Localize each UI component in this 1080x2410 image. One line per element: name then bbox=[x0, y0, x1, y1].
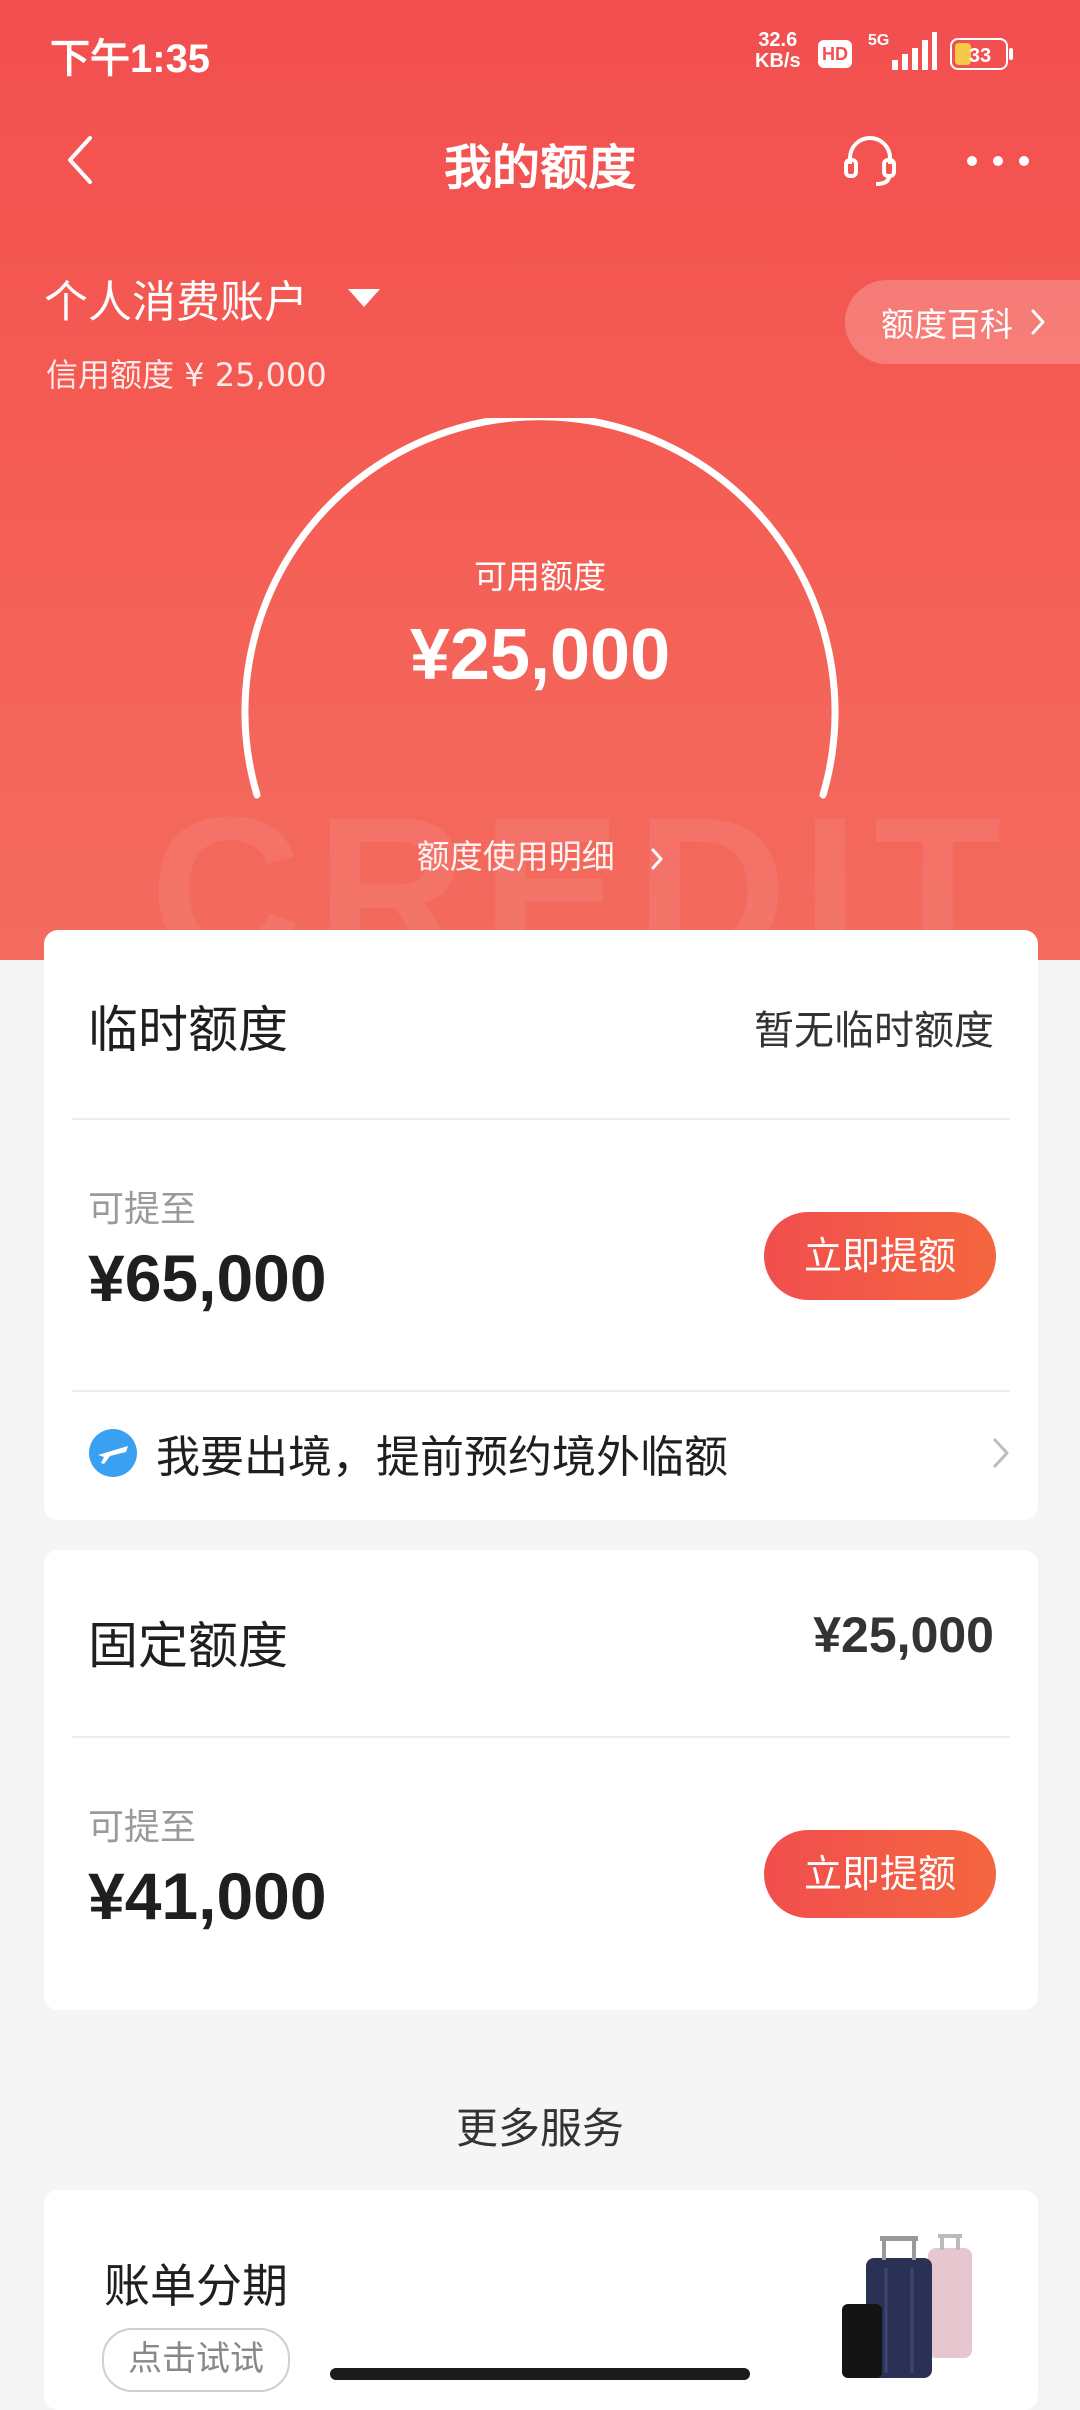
temp-raise-button[interactable]: 立即提额 bbox=[764, 1212, 996, 1300]
battery-level: 33 bbox=[969, 45, 991, 67]
signal-icon: 5G bbox=[868, 32, 937, 70]
battery-icon: 33 bbox=[950, 38, 1013, 70]
page-title: 我的额度 bbox=[443, 140, 636, 196]
fixed-limit-amount: ¥25,000 bbox=[813, 1607, 994, 1663]
fixed-up-to-label: 可提至 bbox=[88, 1807, 197, 1848]
gauge-arc bbox=[241, 418, 839, 799]
credit-wiki-button[interactable]: 额度百科 bbox=[845, 280, 1080, 364]
status-time: 下午1:35 bbox=[50, 37, 211, 81]
available-limit-amount: ¥25,000 bbox=[409, 615, 671, 695]
divider bbox=[72, 1118, 1010, 1120]
more-dots-icon[interactable] bbox=[966, 154, 1030, 168]
account-name: 个人消费账户 bbox=[44, 277, 308, 328]
hd-badge: HD bbox=[818, 40, 852, 68]
overseas-reservation-row[interactable]: 我要出境，提前预约境外临额 bbox=[88, 1408, 1010, 1498]
home-indicator[interactable] bbox=[330, 2368, 750, 2380]
usage-detail-label: 额度使用明细 bbox=[416, 837, 615, 876]
credit-wiki-label: 额度百科 bbox=[881, 305, 1013, 344]
fixed-limit-card: 固定额度 ¥25,000 可提至 ¥41,000 立即提额 bbox=[44, 1550, 1038, 2010]
chevron-right-icon bbox=[651, 848, 663, 869]
divider bbox=[72, 1390, 1010, 1392]
usage-detail-link[interactable]: 额度使用明细 bbox=[0, 830, 1080, 878]
fixed-limit-title: 固定额度 bbox=[88, 1617, 288, 1675]
fixed-up-to-amount: ¥41,000 bbox=[88, 1859, 327, 1933]
network-speed-unit: KB/s bbox=[755, 50, 801, 72]
status-bar: 下午1:35 32.6 KB/s HD 5G 33 bbox=[0, 0, 1080, 110]
temp-limit-card: 临时额度 暂无临时额度 可提至 ¥65,000 立即提额 我要出境，提前预约境外… bbox=[44, 930, 1038, 1520]
network-speed-value: 32.6 bbox=[758, 29, 798, 51]
temp-limit-status: 暂无临时额度 bbox=[754, 1008, 994, 1054]
temp-up-to-label: 可提至 bbox=[88, 1189, 197, 1230]
try-button[interactable]: 点击试试 bbox=[102, 2328, 290, 2392]
chevron-right-icon bbox=[993, 1438, 1009, 1468]
account-selector[interactable]: 个人消费账户 bbox=[44, 268, 380, 328]
fixed-raise-button[interactable]: 立即提额 bbox=[764, 1830, 996, 1918]
caret-down-icon bbox=[348, 289, 380, 307]
installment-title: 账单分期 bbox=[104, 2259, 288, 2313]
divider bbox=[72, 1736, 1010, 1738]
network-speed: 32.6 KB/s bbox=[755, 30, 801, 72]
temp-limit-title: 临时额度 bbox=[88, 1001, 288, 1059]
chevron-right-icon bbox=[1031, 309, 1045, 335]
temp-up-to-amount: ¥65,000 bbox=[88, 1241, 327, 1315]
more-services-title: 更多服务 bbox=[455, 2104, 624, 2153]
nav-bar: 我的额度 bbox=[0, 110, 1080, 210]
available-limit-gauge bbox=[241, 418, 839, 799]
overseas-reservation-text: 我要出境，提前预约境外临额 bbox=[156, 1432, 728, 1483]
headset-icon[interactable] bbox=[840, 130, 900, 190]
available-limit-label: 可用额度 bbox=[474, 557, 606, 596]
credit-limit-text: 信用额度 ¥ 25,000 bbox=[46, 356, 327, 394]
network-type: 5G bbox=[868, 32, 889, 49]
luggage-icon bbox=[842, 2234, 972, 2378]
airplane-icon bbox=[89, 1429, 137, 1477]
